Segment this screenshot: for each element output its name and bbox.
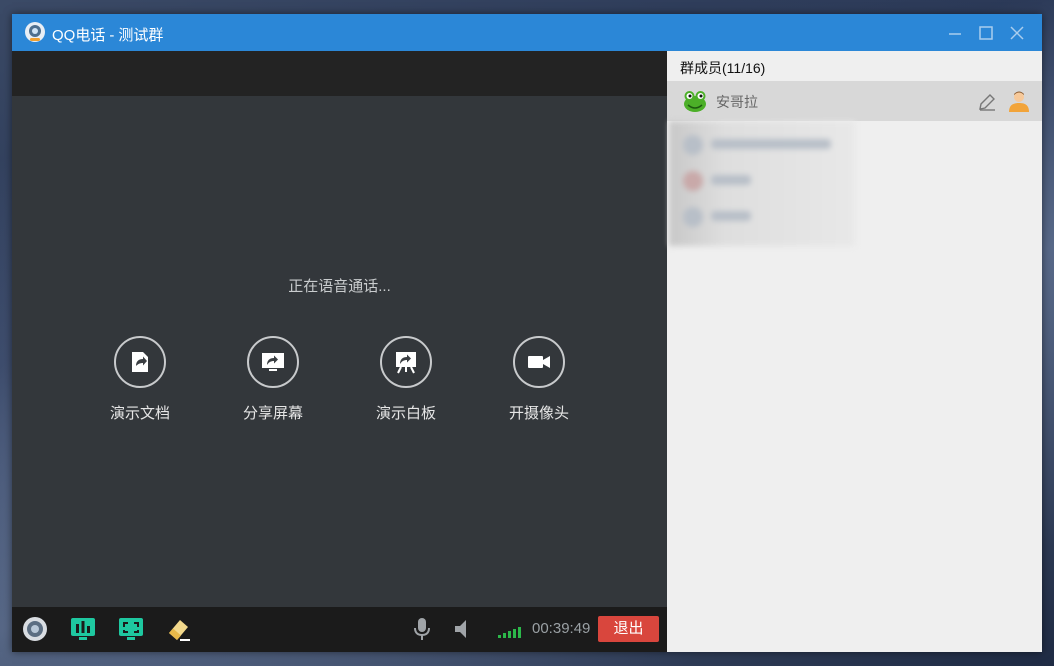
call-area: 正在语音通话... 演示文档 分享屏幕 演示白板 开摄像头 00:39:49 退… bbox=[12, 51, 667, 652]
call-toolbar: 00:39:49 退出 bbox=[12, 607, 667, 652]
minimize-icon[interactable] bbox=[944, 22, 966, 44]
camera-label: 开摄像头 bbox=[508, 405, 569, 422]
share-document-button[interactable]: 演示文档 bbox=[90, 336, 190, 423]
whiteboard-button[interactable]: 演示白板 bbox=[356, 336, 456, 423]
exit-call-button[interactable]: 退出 bbox=[598, 616, 659, 642]
whiteboard-icon bbox=[396, 352, 416, 374]
member-row[interactable]: 安哥拉 bbox=[667, 81, 1042, 121]
stats-board-icon[interactable] bbox=[70, 616, 96, 642]
frog-avatar-icon bbox=[684, 91, 706, 112]
signal-strength-icon bbox=[498, 627, 521, 638]
whiteboard-label: 演示白板 bbox=[375, 405, 436, 422]
camera-circle bbox=[513, 336, 565, 388]
whiteboard-circle bbox=[380, 336, 432, 388]
share-screen-icon bbox=[262, 353, 284, 371]
share-screen-circle bbox=[247, 336, 299, 388]
call-top-bar bbox=[12, 51, 667, 96]
member-name: 安哥拉 bbox=[716, 94, 758, 110]
microphone-icon[interactable] bbox=[409, 616, 435, 642]
window-title: QQ电话 - 测试群 bbox=[52, 24, 163, 45]
maximize-icon[interactable] bbox=[975, 22, 997, 44]
title-bar[interactable]: QQ电话 - 测试群 bbox=[12, 14, 1042, 51]
close-icon[interactable] bbox=[1006, 22, 1028, 44]
member-panel: 群成员(11/16) 安哥拉 bbox=[667, 51, 1042, 652]
share-screen-label: 分享屏幕 bbox=[242, 405, 303, 422]
blurred-member-list bbox=[669, 121, 855, 246]
screen-capture-icon[interactable] bbox=[118, 616, 144, 642]
call-actions: 演示文档 分享屏幕 演示白板 开摄像头 bbox=[12, 336, 667, 436]
share-document-label: 演示文档 bbox=[109, 405, 170, 422]
group-name: 测试群 bbox=[118, 27, 164, 44]
camera-icon bbox=[528, 356, 550, 368]
user-profile-icon[interactable] bbox=[1007, 89, 1031, 113]
member-count-header: 群成员(11/16) bbox=[680, 60, 766, 76]
qq-call-window: QQ电话 - 测试群 正在语音通话... 演示文档 分享屏幕 演示白板 开摄像头… bbox=[12, 14, 1042, 652]
app-name: QQ电话 bbox=[52, 27, 106, 44]
qq-call-app-icon bbox=[25, 22, 45, 42]
eraser-icon[interactable] bbox=[166, 616, 192, 642]
share-document-icon bbox=[132, 352, 148, 372]
speaker-icon[interactable] bbox=[450, 616, 476, 642]
call-timer: 00:39:49 bbox=[532, 620, 591, 637]
edit-pencil-icon[interactable] bbox=[977, 92, 997, 112]
call-status: 正在语音通话... bbox=[288, 278, 391, 295]
share-screen-button[interactable]: 分享屏幕 bbox=[223, 336, 323, 423]
camera-button[interactable]: 开摄像头 bbox=[489, 336, 589, 423]
share-document-circle bbox=[114, 336, 166, 388]
qq-call-logo-icon[interactable] bbox=[22, 616, 48, 642]
title-separator: - bbox=[109, 27, 115, 44]
